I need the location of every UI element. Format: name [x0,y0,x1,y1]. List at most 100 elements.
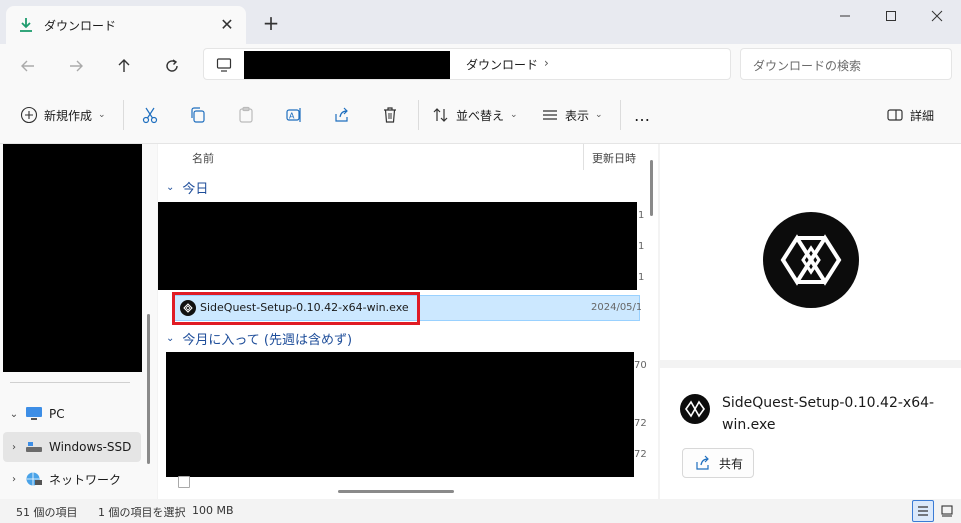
chevron-right-icon[interactable]: › [3,474,25,485]
tab-close-button[interactable]: ✕ [218,16,236,34]
details-pane-icon [887,109,903,121]
list-vertical-scrollbar[interactable] [650,160,653,216]
sidequest-app-icon [763,212,859,308]
chevron-down-icon: ⌄ [166,182,175,193]
title-bar: ダウンロード ✕ + [0,0,961,44]
arrow-up-icon [118,59,130,72]
sort-label: 並べ替え [456,108,505,123]
refresh-icon [166,59,178,72]
trash-icon [384,107,396,123]
copy-button[interactable] [189,103,207,127]
tab-title: ダウンロード [44,18,117,33]
separator [620,100,621,130]
chevron-right-icon[interactable]: › [3,442,25,453]
maximize-icon [886,11,896,21]
address-row: ダウンロード › ダウンロードの検索 [0,44,961,86]
new-tab-button[interactable]: + [260,12,282,34]
delete-button[interactable] [381,103,399,127]
details-view-button[interactable] [912,500,934,522]
details-divider [660,360,961,368]
navigation-pane: ⌄ PC › Windows-SSD › ネットワーク [0,144,157,499]
minimize-icon [840,15,850,17]
sidequest-app-icon [680,394,710,424]
column-header-name[interactable]: 名前 [192,150,214,166]
minimize-button[interactable] [822,0,868,32]
monitor-icon [216,58,232,72]
arrow-left-icon [21,60,34,72]
redacted-files-today [158,202,637,290]
group-label-this-month: 今月に入って (先週は含めず) [182,333,353,348]
chevron-down-icon[interactable]: ⌄ [3,409,25,420]
separator [123,100,124,130]
nav-label-network: ネットワーク [49,472,122,487]
plus-circle-icon [20,106,38,124]
column-header-row: 名前 更新日時 [158,144,658,170]
nav-item-pc[interactable]: ⌄ PC [3,399,141,429]
search-input[interactable]: ダウンロードの検索 [740,48,952,80]
tab-downloads[interactable]: ダウンロード ✕ [6,6,246,44]
nav-item-windows-ssd[interactable]: › Windows-SSD [3,432,141,462]
close-window-button[interactable] [914,0,960,32]
status-item-count: 51 個の項目 [16,506,78,519]
paste-icon [239,106,253,123]
cut-button[interactable] [141,103,159,127]
details-pane: SideQuest-Setup-0.10.42-x64-win.exe 共有 [660,144,961,499]
nav-item-network[interactable]: › ネットワーク [3,464,141,494]
network-icon [26,472,42,486]
details-button[interactable]: 詳細 [886,103,934,127]
date-fragment: 72 [634,449,647,460]
group-header-today[interactable]: ⌄ 今日 [166,178,208,197]
file-date: 2024/05/1 [591,302,641,313]
scissors-icon [142,107,158,124]
chevron-down-icon: ⌄ [98,110,106,120]
date-fragment: 1 [638,241,645,252]
redacted-files-this-month [166,352,634,477]
share-button[interactable]: 共有 [682,448,754,478]
nav-label-pc: PC [49,407,65,421]
date-fragment: 72 [634,418,647,429]
file-icon [178,476,190,488]
sort-icon [433,108,448,122]
chevron-down-icon: ⌄ [595,110,603,120]
svg-text:A: A [289,112,295,121]
paste-button[interactable] [237,103,255,127]
share-label: 共有 [719,456,744,471]
date-fragment: 70 [634,360,647,371]
status-bar: 51 個の項目 1 個の項目を選択 100 MB [0,499,961,523]
refresh-button[interactable] [158,52,186,80]
chevron-down-icon: ⌄ [166,333,175,344]
tiles-view-button[interactable] [936,500,958,522]
share-toolbar-button[interactable] [333,103,351,127]
group-header-this-month[interactable]: ⌄ 今月に入って (先週は含めず) [166,329,352,348]
tiles-view-icon [941,505,953,517]
maximize-button[interactable] [868,0,914,32]
group-label-today: 今日 [182,182,209,197]
view-button[interactable]: 表示 ⌄ [541,103,603,127]
address-bar[interactable]: ダウンロード › [203,48,731,80]
column-header-date[interactable]: 更新日時 [583,144,636,170]
back-button[interactable] [14,52,42,80]
status-selected: 1 個の項目を選択 [98,506,186,519]
share-icon [335,107,348,122]
command-bar: 新規作成 ⌄ A 並べ替え ⌄ 表示 ⌄ … 詳細 [0,86,961,144]
new-label: 新規作成 [44,108,93,123]
more-button[interactable]: … [634,103,651,127]
rename-icon: A [286,108,301,122]
list-view-icon [918,506,928,516]
rename-button[interactable]: A [285,103,303,127]
close-icon [931,10,943,22]
up-button[interactable] [110,52,138,80]
list-horizontal-scrollbar[interactable] [338,490,454,493]
drive-icon [26,442,42,452]
sort-button[interactable]: 並べ替え ⌄ [432,103,518,127]
date-fragment: 1 [638,210,645,221]
breadcrumb-downloads[interactable]: ダウンロード [466,56,538,73]
separator [418,100,419,130]
forward-button[interactable] [62,52,90,80]
breadcrumb-chevron-icon[interactable]: › [544,56,549,70]
chevron-down-icon: ⌄ [510,110,518,120]
date-fragment: 1 [638,272,645,283]
new-button[interactable]: 新規作成 ⌄ [20,103,106,127]
list-view-icon [543,110,557,120]
nav-scrollbar[interactable] [147,314,150,464]
